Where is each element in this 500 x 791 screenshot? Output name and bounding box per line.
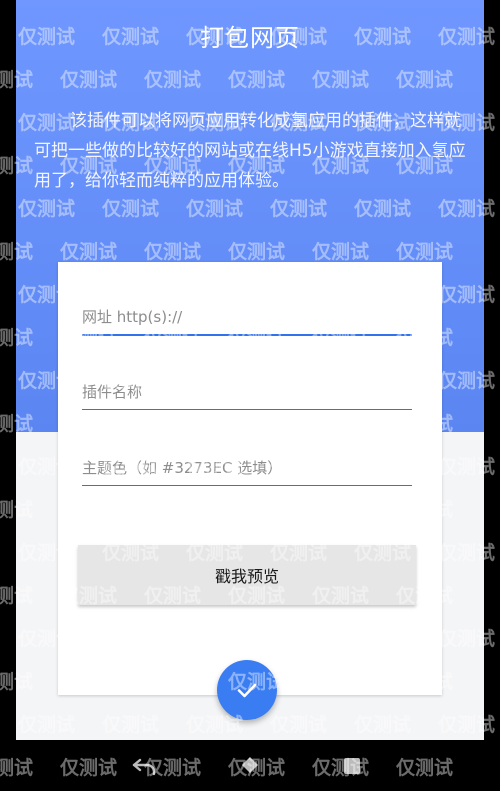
plugin-name-input[interactable] (82, 374, 412, 409)
back-icon (132, 758, 156, 776)
url-field (82, 300, 412, 336)
theme-color-field (82, 450, 412, 486)
url-input[interactable] (82, 300, 412, 334)
preview-button[interactable]: 戳我预览 (78, 545, 416, 605)
nav-back-button[interactable] (130, 752, 158, 780)
check-icon (237, 683, 257, 698)
confirm-fab[interactable] (217, 660, 277, 720)
system-navigation-bar (0, 740, 500, 791)
plugin-name-field (82, 374, 412, 410)
nav-recents-button[interactable] (338, 752, 366, 780)
form-card: 戳我预览 (58, 262, 442, 695)
plugin-description: 该插件可以将网页应用转化成氢应用的插件，这样就可把一些做的比较好的网站或在线H5… (34, 111, 466, 191)
home-icon (242, 757, 258, 773)
page-title: 打包网页 (200, 24, 300, 52)
app-screen: 打包网页 该插件可以将网页应用转化成氢应用的插件，这样就可把一些做的比较好的网站… (16, 0, 484, 740)
recents-icon (344, 758, 360, 774)
theme-color-input[interactable] (82, 450, 412, 485)
nav-home-button[interactable] (236, 752, 264, 780)
